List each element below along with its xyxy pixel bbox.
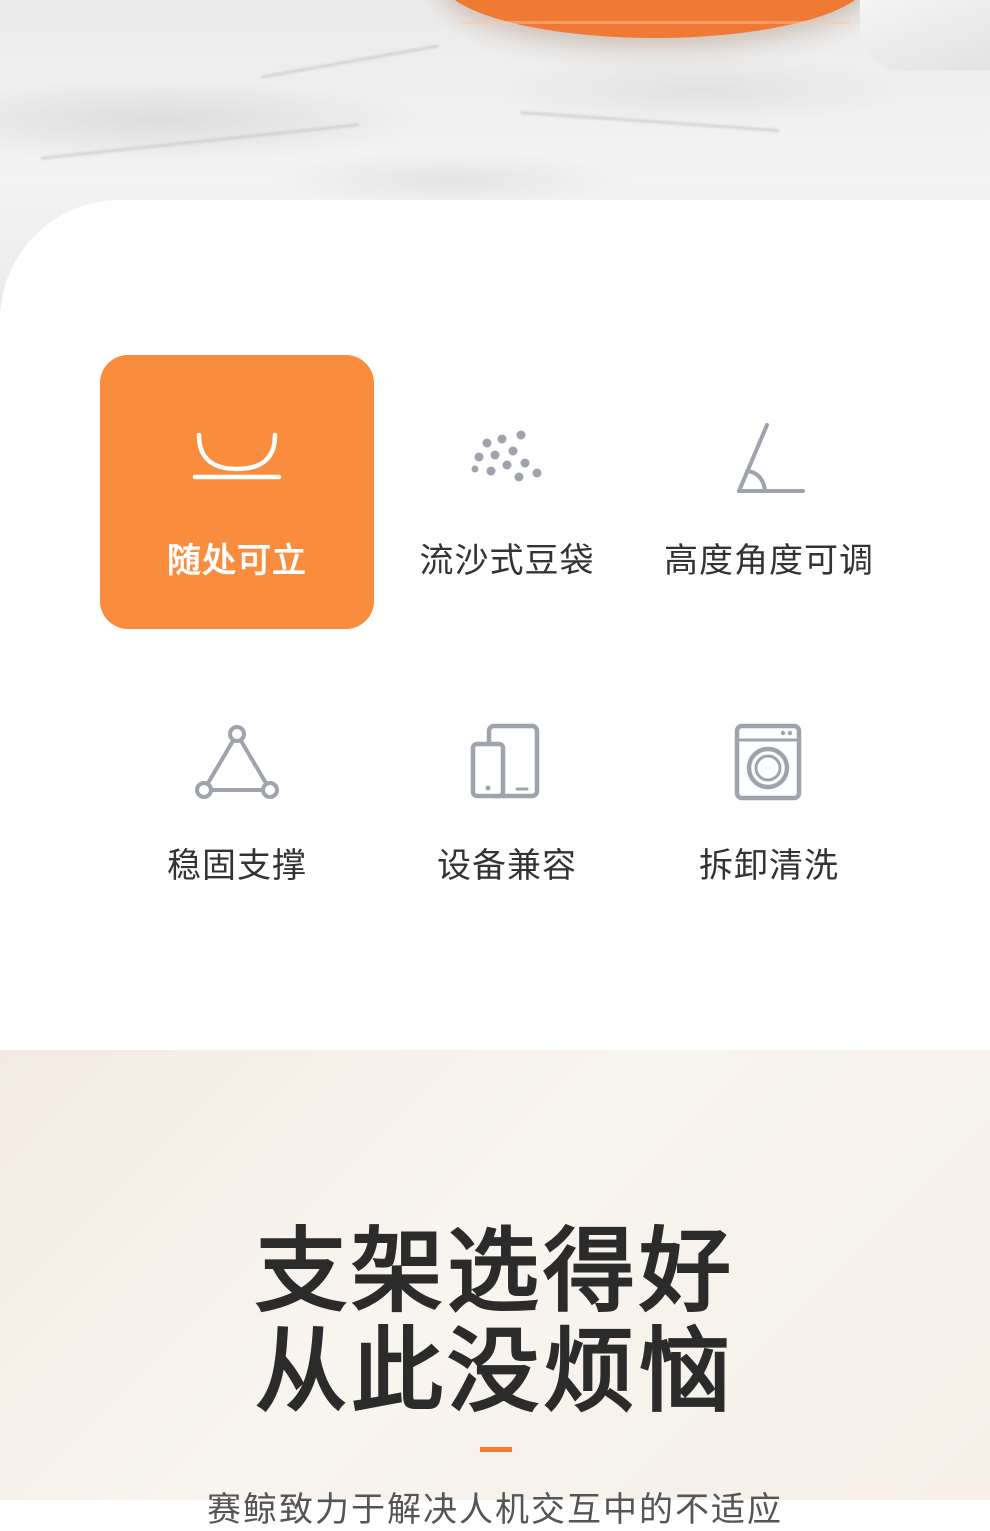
feature-label: 高度角度可调	[664, 541, 874, 581]
feature-beanbag[interactable]: 流沙式豆袋	[370, 355, 644, 629]
washing-machine-icon	[719, 722, 819, 802]
feature-label: 设备兼容	[437, 846, 577, 886]
feature-stable-support[interactable]: 稳固支撑	[100, 660, 374, 934]
feature-label: 稳固支撑	[167, 846, 307, 886]
feature-label: 拆卸清洗	[699, 846, 839, 886]
feature-washable[interactable]: 拆卸清洗	[632, 660, 906, 934]
accent-divider	[480, 1447, 512, 1452]
headline-line-1: 支架选得好	[254, 1218, 735, 1325]
feature-label: 随处可立	[167, 541, 307, 581]
feature-anywhere-stand[interactable]: 随处可立	[100, 355, 374, 629]
feature-label: 流沙式豆袋	[419, 541, 595, 581]
feature-device-compatible[interactable]: 设备兼容	[370, 660, 644, 934]
subtext: 赛鲸致力于解决人机交互中的不适应	[207, 1490, 783, 1530]
feature-adjustable[interactable]: 高度角度可调	[632, 355, 906, 629]
marble-vein	[520, 110, 780, 133]
marble-vein	[40, 123, 360, 160]
headline-line-2: 从此没烦恼	[254, 1318, 735, 1425]
bowl-icon	[187, 417, 287, 497]
beads-icon	[457, 417, 557, 497]
angle-icon	[719, 417, 819, 497]
devices-icon	[457, 722, 557, 802]
marble-vein	[261, 44, 439, 79]
triangle-icon	[187, 722, 287, 802]
fabric-decoration	[860, 0, 990, 70]
